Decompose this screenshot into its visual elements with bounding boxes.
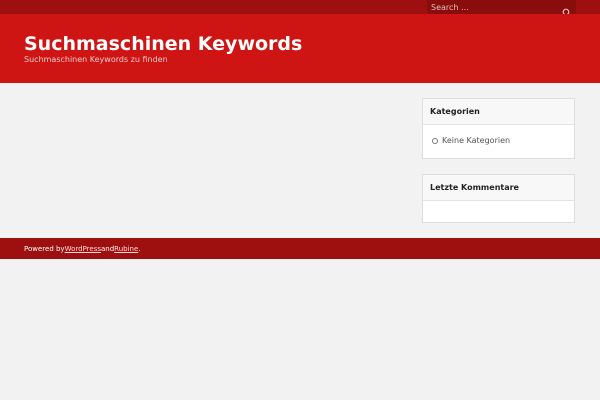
- recent-comments-widget-title: Letzte Kommentare: [423, 175, 574, 201]
- search-icon[interactable]: [562, 3, 572, 18]
- site-footer: Powered by WordPress and Rubine.: [0, 238, 600, 259]
- footer-period: .: [138, 244, 141, 253]
- footer-and: and: [101, 244, 115, 253]
- categories-widget: Kategorien Keine Kategorien: [422, 98, 575, 159]
- search-input[interactable]: [427, 0, 559, 14]
- list-item: Keine Kategorien: [432, 136, 574, 145]
- categories-list: Keine Kategorien: [423, 125, 574, 145]
- site-tagline: Suchmaschinen Keywords zu finden: [24, 55, 168, 64]
- site-title[interactable]: Suchmaschinen Keywords: [24, 33, 302, 55]
- category-item-label: Keine Kategorien: [442, 136, 511, 145]
- bullet-icon: [432, 137, 438, 144]
- categories-widget-title: Kategorien: [423, 99, 574, 125]
- wordpress-link[interactable]: WordPress: [65, 245, 101, 253]
- theme-link[interactable]: Rubine: [114, 245, 138, 253]
- footer-powered-by: Powered by: [24, 244, 65, 253]
- top-bar: [0, 0, 600, 18]
- recent-comments-widget: Letzte Kommentare: [422, 174, 575, 223]
- site-header: Suchmaschinen Keywords Suchmaschinen Key…: [0, 14, 600, 83]
- search-form: [427, 0, 576, 18]
